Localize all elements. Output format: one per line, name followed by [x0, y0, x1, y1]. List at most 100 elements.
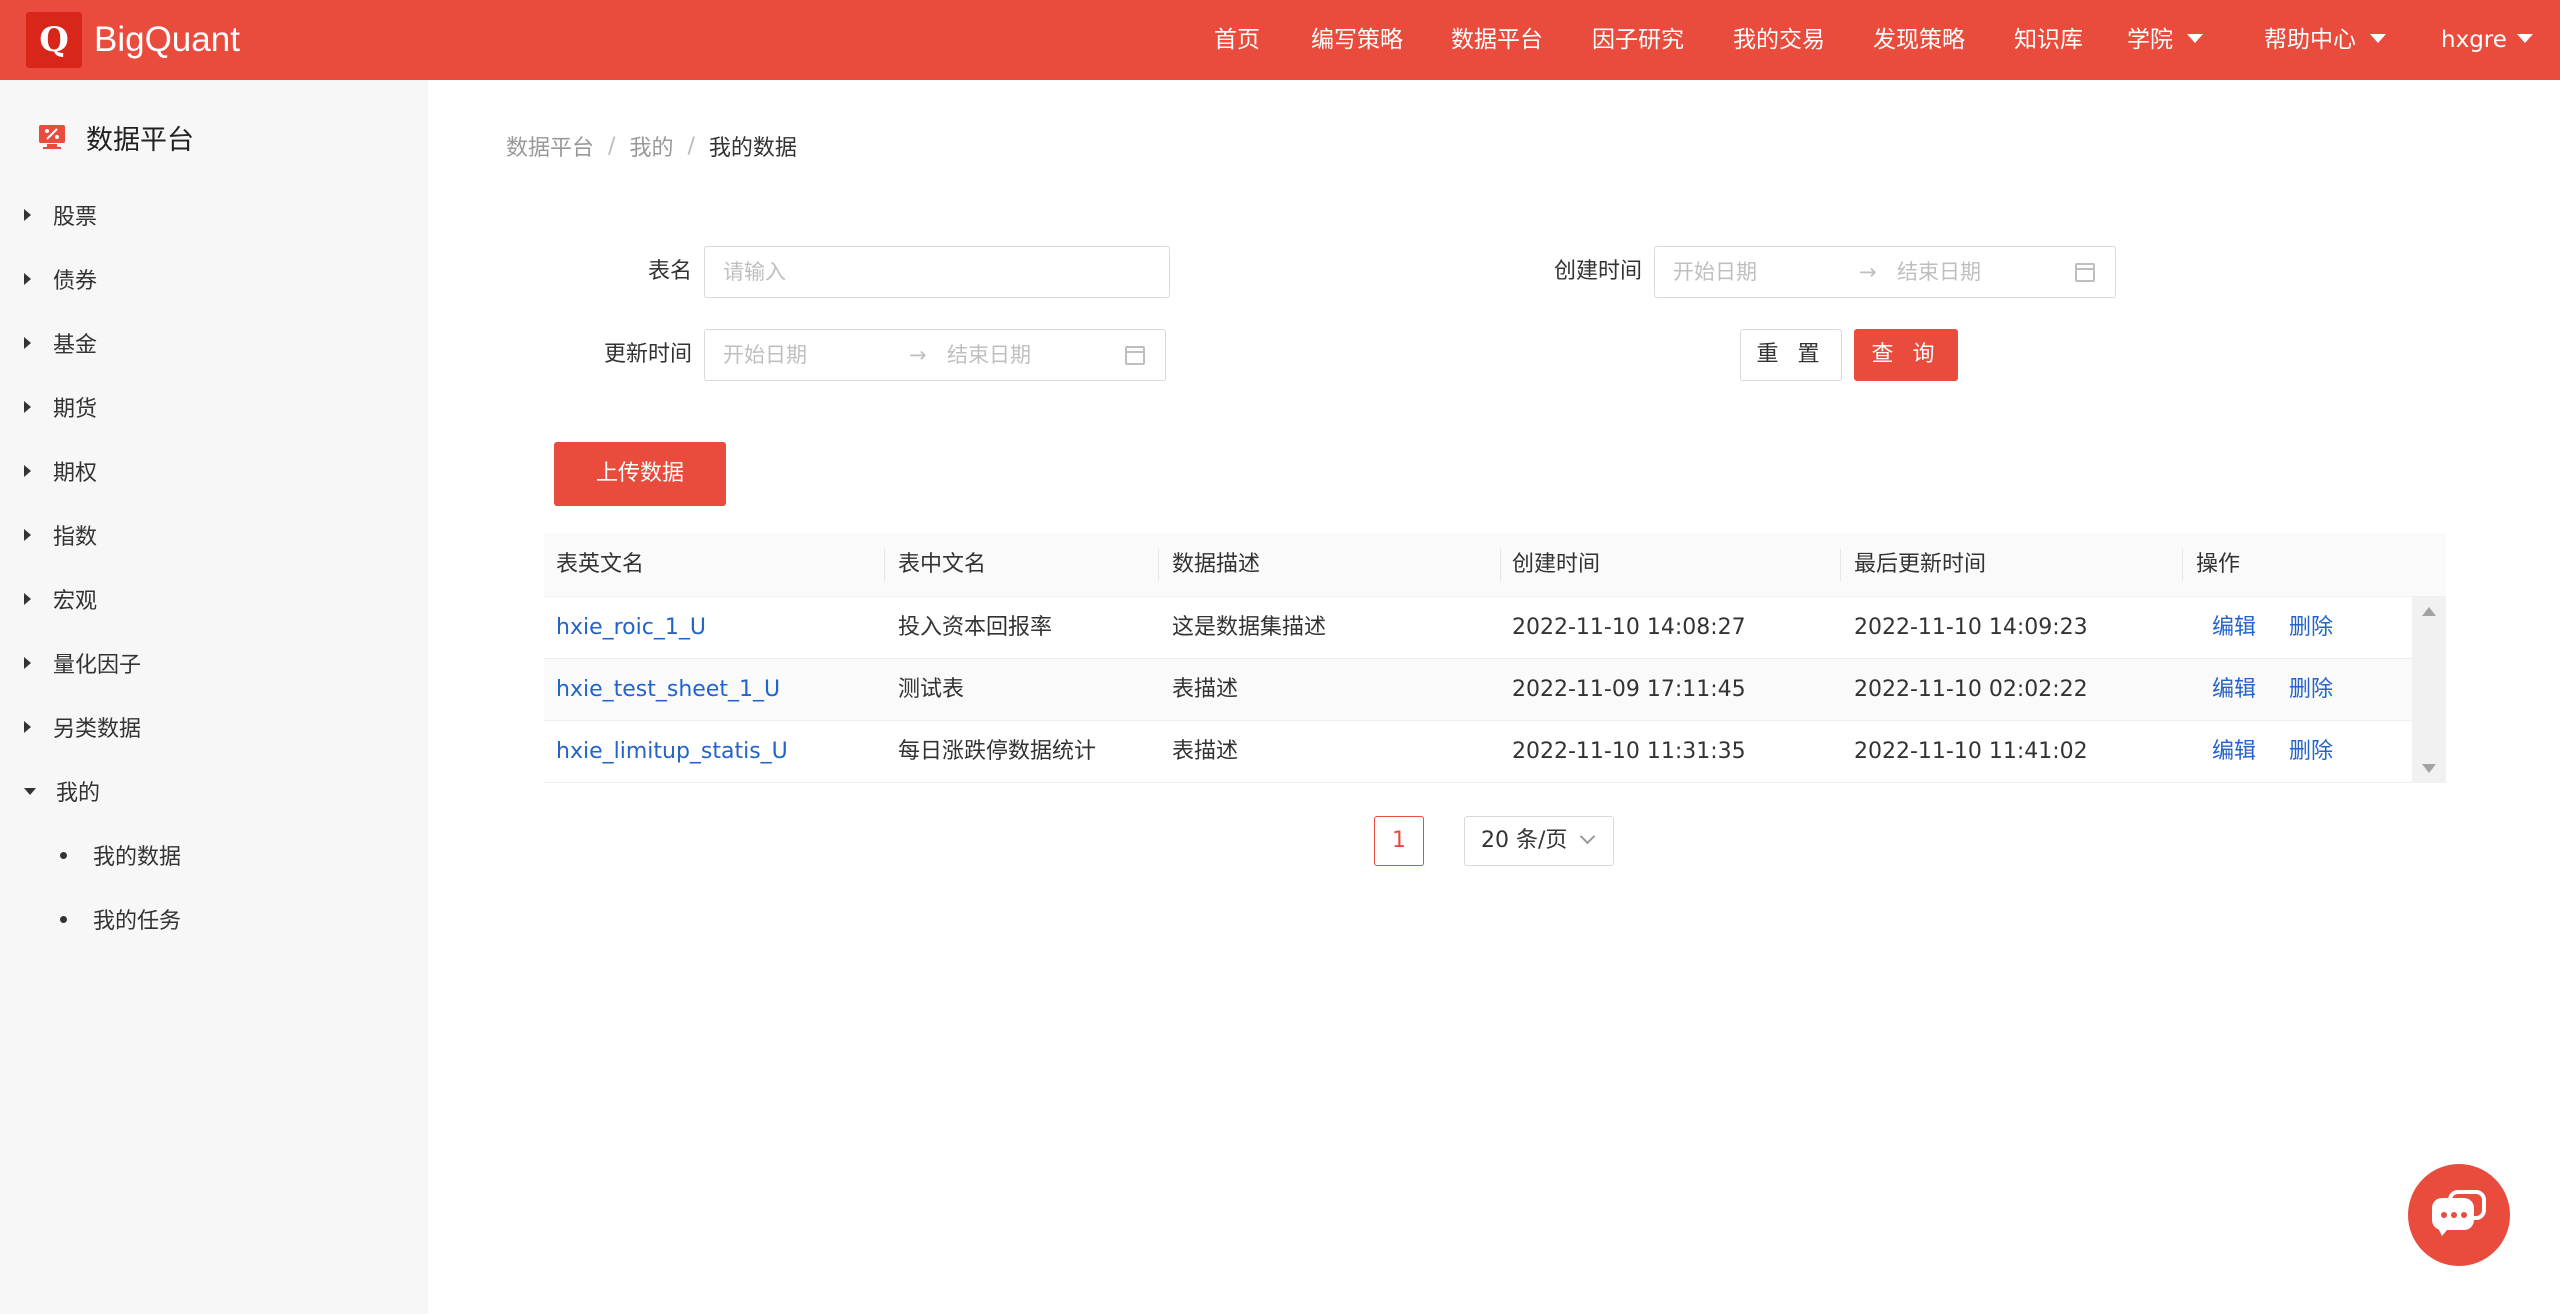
table-scrollbar[interactable] [2412, 597, 2446, 783]
caret-down-icon [2187, 34, 2203, 43]
updated-time-label: 更新时间 [603, 342, 692, 367]
page-number-current[interactable]: 1 [1374, 816, 1424, 866]
column-divider [1500, 549, 1501, 581]
delete-link[interactable]: 删除 [2289, 659, 2333, 721]
table-created-time: 2022-11-09 17:11:45 [1512, 677, 1746, 702]
table-en-name-link[interactable]: hxie_test_sheet_1_U [556, 659, 780, 721]
page-size-select[interactable]: 20 条/页 [1464, 816, 1614, 866]
nav-help-center[interactable]: 帮助中心 [2264, 0, 2386, 80]
sidebar-item-label: 债券 [53, 269, 98, 294]
sidebar-item-mine[interactable]: 我的 [24, 771, 100, 811]
table-en-name-link[interactable]: hxie_limitup_statis_U [556, 721, 788, 783]
caret-down-icon [2370, 34, 2386, 43]
chat-dot [2451, 1212, 2457, 1218]
upload-data-button[interactable]: 上传数据 [554, 442, 726, 506]
calendar-icon [1125, 346, 1145, 365]
logo[interactable]: Q BigQuant [26, 12, 240, 68]
reset-button[interactable]: 重 置 [1740, 329, 1842, 381]
user-menu[interactable]: hxgre [2441, 0, 2533, 80]
sidebar-subitem-label: 我的数据 [93, 845, 182, 870]
updated-date-range[interactable]: 开始日期 → 结束日期 [704, 329, 1166, 381]
sidebar-item-stocks[interactable]: 股票 [24, 195, 97, 235]
nav-factor-research[interactable]: 因子研究 [1592, 0, 1684, 80]
chat-bubble-tail [2436, 1224, 2452, 1236]
query-button[interactable]: 查 询 [1854, 329, 1958, 381]
created-end-input[interactable]: 结束日期 [1897, 247, 1981, 297]
table-row: hxie_roic_1_U 投入资本回报率 这是数据集描述 2022-11-10… [544, 597, 2412, 659]
sidebar-subitem-label: 我的任务 [93, 909, 182, 934]
table-description: 表描述 [1172, 739, 1239, 764]
sidebar-item-futures[interactable]: 期货 [24, 387, 97, 427]
column-header: 数据描述 [1172, 552, 1261, 577]
sidebar-item-quant-factors[interactable]: 量化因子 [24, 643, 141, 683]
table-cn-name: 投入资本回报率 [898, 615, 1053, 640]
sidebar-item-label: 股票 [53, 205, 98, 230]
sidebar-item-funds[interactable]: 基金 [24, 323, 97, 363]
sidebar-item-label: 基金 [53, 333, 98, 358]
chat-support-button[interactable] [2408, 1164, 2510, 1266]
scroll-up-icon[interactable] [2422, 607, 2436, 616]
column-divider [1158, 549, 1159, 581]
column-header: 表中文名 [898, 552, 987, 577]
created-time-label: 创建时间 [1553, 259, 1642, 284]
created-date-range[interactable]: 开始日期 → 结束日期 [1654, 246, 2116, 298]
table-created-time: 2022-11-10 11:31:35 [1512, 739, 1746, 764]
arrow-right-icon: → [909, 343, 927, 367]
scroll-down-icon[interactable] [2422, 764, 2436, 773]
table-header: 表英文名 表中文名 数据描述 创建时间 最后更新时间 操作 [544, 533, 2446, 597]
created-start-input[interactable]: 开始日期 [1673, 247, 1757, 297]
sidebar-item-label: 宏观 [53, 589, 98, 614]
nav-data-platform[interactable]: 数据平台 [1451, 0, 1543, 80]
column-header: 最后更新时间 [1854, 552, 1987, 577]
breadcrumb-data-platform[interactable]: 数据平台 [506, 130, 594, 162]
sidebar-item-label: 期权 [53, 461, 98, 486]
data-platform-icon [38, 124, 66, 150]
table-row: hxie_test_sheet_1_U 测试表 表描述 2022-11-09 1… [544, 659, 2412, 721]
table-name-label: 表名 [647, 259, 692, 284]
caret-right-icon [24, 657, 31, 669]
caret-right-icon [24, 593, 31, 605]
username: hxgre [2441, 27, 2507, 53]
sidebar-item-alt-data[interactable]: 另类数据 [24, 707, 141, 747]
nav-home[interactable]: 首页 [1214, 0, 1260, 80]
column-header: 创建时间 [1512, 552, 1601, 577]
table-updated-time: 2022-11-10 11:41:02 [1854, 739, 2088, 764]
delete-link[interactable]: 删除 [2289, 721, 2333, 783]
sidebar-item-options[interactable]: 期权 [24, 451, 97, 491]
sidebar-item-label: 量化因子 [53, 653, 142, 678]
edit-link[interactable]: 编辑 [2212, 659, 2256, 721]
nav-discover-strategy[interactable]: 发现策略 [1873, 0, 1965, 80]
sidebar-subitem-my-tasks[interactable]: 我的任务 [60, 899, 181, 939]
calendar-icon [2075, 263, 2095, 282]
brand-name: BigQuant [94, 20, 240, 59]
edit-link[interactable]: 编辑 [2212, 721, 2256, 783]
table-updated-time: 2022-11-10 02:02:22 [1854, 677, 2088, 702]
caret-right-icon [24, 209, 31, 221]
table-row: hxie_limitup_statis_U 每日涨跌停数据统计 表描述 2022… [544, 721, 2412, 783]
table-en-name-link[interactable]: hxie_roic_1_U [556, 597, 706, 659]
table-cn-name: 每日涨跌停数据统计 [898, 739, 1097, 764]
nav-my-trading[interactable]: 我的交易 [1733, 0, 1825, 80]
table-created-time: 2022-11-10 14:08:27 [1512, 615, 1746, 640]
column-header: 表英文名 [556, 552, 645, 577]
caret-down-icon [2516, 34, 2533, 43]
nav-knowledge-base[interactable]: 知识库 [2014, 0, 2083, 80]
sidebar-item-macro[interactable]: 宏观 [24, 579, 97, 619]
sidebar-subitem-my-data[interactable]: 我的数据 [60, 835, 181, 875]
breadcrumb-separator: / [608, 133, 616, 159]
sidebar-title-label: 数据平台 [86, 124, 194, 156]
edit-link[interactable]: 编辑 [2212, 597, 2256, 659]
delete-link[interactable]: 删除 [2289, 597, 2333, 659]
column-divider [2182, 549, 2183, 581]
sidebar-item-indices[interactable]: 指数 [24, 515, 97, 555]
nav-academy[interactable]: 学院 [2127, 0, 2203, 80]
nav-write-strategy[interactable]: 编写策略 [1311, 0, 1403, 80]
breadcrumb: 数据平台 / 我的 / 我的数据 [506, 128, 797, 164]
table-name-input[interactable]: 请输入 [704, 246, 1170, 298]
table-cn-name: 测试表 [898, 677, 965, 702]
sidebar-item-bonds[interactable]: 债券 [24, 259, 97, 299]
caret-down-icon [24, 787, 36, 795]
updated-start-input[interactable]: 开始日期 [723, 330, 807, 380]
updated-end-input[interactable]: 结束日期 [947, 330, 1031, 380]
breadcrumb-mine[interactable]: 我的 [629, 130, 673, 162]
